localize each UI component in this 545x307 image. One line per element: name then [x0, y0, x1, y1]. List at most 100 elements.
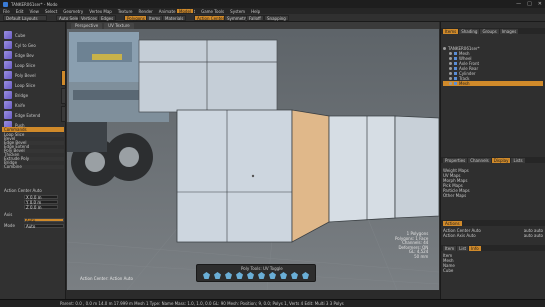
menu-vertex-map[interactable]: Vertex Map	[89, 9, 112, 14]
tab-channels[interactable]: Channels	[468, 157, 491, 163]
bridge-icon[interactable]	[225, 272, 232, 279]
visibility-icon[interactable]	[449, 82, 452, 85]
tab-model[interactable]: Model	[176, 8, 195, 14]
tool-loop-slice-2[interactable]: Loop Slice	[2, 80, 60, 90]
mode-label: Mode	[4, 223, 15, 228]
slice-icon[interactable]	[236, 272, 243, 279]
menu-edit[interactable]: Edit	[16, 9, 24, 14]
tool-poly-bevel[interactable]: Poly Bevel	[2, 70, 60, 80]
window-title: TANKER061ser* - Modo	[11, 1, 58, 7]
tab-info[interactable]: Info	[469, 245, 481, 251]
weld-icon[interactable]	[258, 272, 265, 279]
menu-geometry[interactable]: Geometry	[63, 9, 83, 14]
menu-texture[interactable]: Texture	[118, 9, 133, 14]
tool-bridge[interactable]: Bridge	[2, 90, 60, 100]
item-row-selected[interactable]: Mesh	[443, 81, 543, 86]
sidetab-model[interactable]	[61, 70, 66, 86]
tab-display[interactable]: Display	[491, 157, 511, 163]
tool-cube[interactable]: Cube	[2, 30, 60, 40]
bevel-icon[interactable]	[203, 272, 210, 279]
extrude-icon[interactable]	[214, 272, 221, 279]
visibility-icon[interactable]	[449, 52, 452, 55]
command-item[interactable]: Combine	[2, 165, 64, 169]
tab-uv-texture[interactable]: UV Texture	[104, 22, 134, 29]
position-y-field[interactable]: Y 0.0 m	[24, 200, 58, 205]
viewport-stats: 1 Polygons Polygons: 1 Face Channels: 44…	[395, 231, 428, 259]
visibility-icon[interactable]	[449, 67, 452, 70]
tab-properties[interactable]: Properties	[443, 157, 468, 163]
knife-icon	[4, 101, 12, 109]
menu-render[interactable]: Render	[138, 9, 152, 14]
visibility-icon[interactable]	[449, 62, 452, 65]
push-icon[interactable]	[291, 272, 298, 279]
axis-dropdown[interactable]: Auto	[24, 218, 64, 223]
menu-animate[interactable]: Animate	[159, 9, 176, 14]
mode-dropdown[interactable]: Auto	[24, 224, 64, 229]
tool-edge-bevel[interactable]: Edge Bev	[2, 50, 60, 60]
merge-icon[interactable]	[269, 272, 276, 279]
tab-groups[interactable]: Groups	[480, 28, 499, 34]
mesh-icon	[454, 77, 457, 80]
mesh-icon	[454, 67, 457, 70]
extend-icon	[4, 111, 12, 119]
sidetab-uv[interactable]	[61, 106, 66, 122]
tab-lists[interactable]: Lists	[511, 157, 525, 163]
tab-item[interactable]: Item	[443, 245, 457, 251]
menu-view[interactable]: View	[29, 9, 39, 14]
tool-label: Knife	[15, 102, 26, 108]
materials-button[interactable]: Materials	[162, 15, 187, 21]
close-icon[interactable]: ✕	[538, 1, 542, 7]
cylinder-icon	[4, 41, 12, 49]
tool-edge-extend[interactable]: Edge Extend	[2, 110, 60, 120]
tool-loop-slice[interactable]: Loop Slice	[2, 60, 60, 70]
thicken-icon[interactable]	[280, 272, 287, 279]
status-bar: Parent: 0.0 , 0.0 m 14.0 m 17.999 m Mesh…	[0, 299, 545, 307]
tool-knife[interactable]: Knife	[2, 100, 60, 110]
position-x-field[interactable]: X 0.0 m	[24, 195, 58, 200]
slice-icon	[4, 81, 12, 89]
visibility-icon[interactable]	[443, 47, 446, 50]
position-z-field[interactable]: Z 0.0 m	[24, 205, 58, 210]
vmap-row[interactable]: Other Maps	[443, 193, 543, 198]
layout-select[interactable]: Default Layouts	[3, 15, 47, 21]
items-button[interactable]: Items	[146, 15, 164, 21]
menu-help[interactable]: Help	[251, 9, 260, 14]
maximize-icon[interactable]: □	[527, 1, 532, 7]
menu-game-tools[interactable]: Game Tools	[201, 9, 224, 14]
action-center-button[interactable]: Action Center	[194, 15, 228, 21]
tab-actions[interactable]: Actions	[443, 220, 462, 226]
falloff-button[interactable]: Falloff	[246, 15, 264, 21]
visibility-icon[interactable]	[449, 72, 452, 75]
item-label: Mesh	[459, 81, 470, 86]
main-toolbar: Default Layouts Auto Select Vertices Edg…	[0, 8, 545, 22]
edges-button[interactable]: Edges	[98, 15, 117, 21]
tab-list[interactable]: List	[457, 245, 469, 251]
3d-viewport[interactable]	[67, 22, 439, 290]
tab-perspective[interactable]: Perspective	[71, 22, 103, 29]
tool-cyl-to-geo[interactable]: Cyl to Geo	[2, 40, 60, 50]
tab-shading[interactable]: Shading	[459, 28, 480, 34]
tab-images[interactable]: Images	[499, 28, 519, 34]
smooth-icon[interactable]	[302, 272, 309, 279]
mesh-icon	[454, 72, 457, 75]
tab-items[interactable]: Items	[443, 28, 459, 34]
polygons-button[interactable]: Polygons	[124, 15, 148, 21]
visibility-icon[interactable]	[449, 77, 452, 80]
snapping-button[interactable]: Snapping	[264, 15, 289, 21]
menu-system[interactable]: System	[230, 9, 245, 14]
mesh-icon	[454, 62, 457, 65]
menu-select[interactable]: Select	[45, 9, 57, 14]
bevel-icon	[4, 51, 12, 59]
tool-label: Loop Slice	[15, 82, 36, 88]
menu-file[interactable]: File	[3, 9, 10, 14]
minimize-icon[interactable]: —	[516, 1, 521, 7]
item-list-tabs: Items Shading Groups Images	[441, 28, 545, 34]
vertices-button[interactable]: Vertices	[78, 15, 100, 21]
sidetab-topology[interactable]	[61, 88, 66, 104]
action-center-label: Action Center Auto	[4, 188, 42, 193]
action-row[interactable]: Action Axis Auto auto auto	[443, 233, 543, 238]
app-logo-icon	[3, 1, 8, 7]
info-row[interactable]: Cube	[443, 268, 543, 273]
visibility-icon[interactable]	[449, 57, 452, 60]
knife-icon[interactable]	[247, 272, 254, 279]
